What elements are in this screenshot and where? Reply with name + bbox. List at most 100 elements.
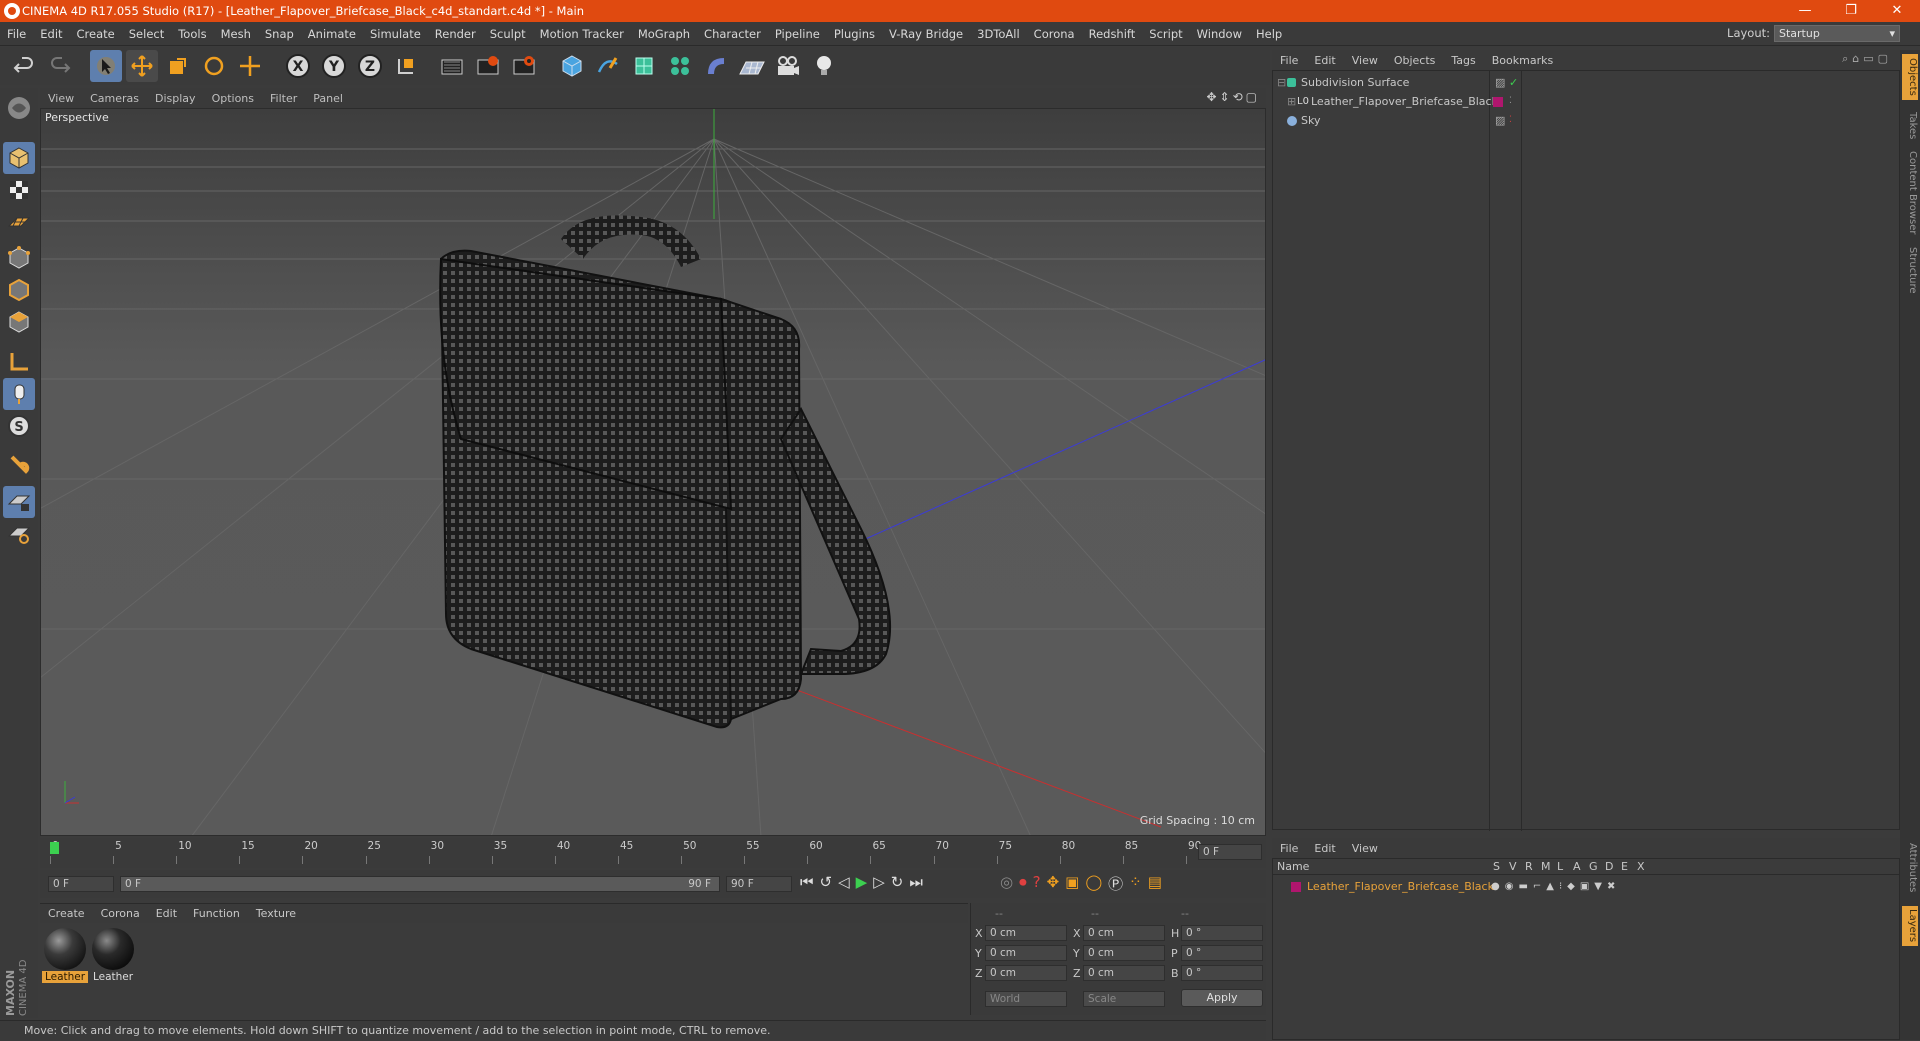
obj-menu-tags[interactable]: Tags <box>1443 54 1483 67</box>
move-icon[interactable] <box>126 50 158 82</box>
menu-pipeline[interactable]: Pipeline <box>768 27 827 41</box>
object-row-subdivision[interactable]: ⊟ Subdivision Surface ▨ ✓ <box>1273 73 1899 92</box>
menu-tools[interactable]: Tools <box>171 27 213 41</box>
render-settings-icon[interactable] <box>508 50 540 82</box>
snap-icon[interactable]: S <box>3 410 35 442</box>
collapse-icon[interactable]: ⊟ <box>1277 73 1286 92</box>
render-picture-viewer-icon[interactable] <box>472 50 504 82</box>
layer-menu-edit[interactable]: Edit <box>1306 842 1343 855</box>
layer-row[interactable]: Leather_Flapover_Briefcase_Black ●◉▬⌐▲⁝◆… <box>1273 877 1899 896</box>
material-swatch[interactable]: Leather <box>90 927 136 983</box>
object-row-sky[interactable]: Sky ▨ ⁚ <box>1273 111 1899 130</box>
layer-flag-icons[interactable]: ●◉▬⌐▲⁝◆▣▼✖ <box>1491 877 1620 896</box>
layout-select[interactable]: Startup ▾ <box>1774 25 1900 42</box>
mat-menu-create[interactable]: Create <box>40 907 93 920</box>
key-parameter-icon[interactable]: Ⓟ <box>1108 873 1123 894</box>
subdivision-icon[interactable] <box>628 50 660 82</box>
current-frame-field[interactable]: 0 F <box>1198 844 1262 860</box>
lock-workplane-icon[interactable] <box>3 486 35 518</box>
visibility-dots-icon[interactable]: ⁚ <box>1509 92 1512 111</box>
coord-position-y[interactable]: 0 cm <box>985 945 1067 961</box>
timeline-playhead[interactable] <box>50 842 59 854</box>
menu-script[interactable]: Script <box>1142 27 1189 41</box>
minimize-button[interactable]: — <box>1782 0 1828 22</box>
undo-icon[interactable] <box>8 50 40 82</box>
vp-menu-display[interactable]: Display <box>147 92 204 105</box>
menu-corona[interactable]: Corona <box>1027 27 1082 41</box>
menu-mograph[interactable]: MoGraph <box>631 27 697 41</box>
menu-vray-bridge[interactable]: V-Ray Bridge <box>882 27 970 41</box>
menu-window[interactable]: Window <box>1190 27 1249 41</box>
vp-menu-options[interactable]: Options <box>204 92 262 105</box>
timeline-window-icon[interactable]: ▤ <box>1148 873 1162 894</box>
menu-render[interactable]: Render <box>428 27 483 41</box>
coord-position-x[interactable]: 0 cm <box>985 925 1067 941</box>
tab-layers[interactable]: Layers <box>1902 906 1918 946</box>
y-axis-icon[interactable]: Y <box>318 50 350 82</box>
menu-simulate[interactable]: Simulate <box>363 27 428 41</box>
visibility-dots-icon[interactable]: ⁚ <box>1509 111 1512 130</box>
tab-attributes[interactable]: Attributes <box>1902 836 1918 900</box>
mat-menu-edit[interactable]: Edit <box>148 907 185 920</box>
polygons-mode-icon[interactable] <box>3 306 35 338</box>
tab-objects[interactable]: Objects <box>1902 54 1918 100</box>
menu-mesh[interactable]: Mesh <box>214 27 258 41</box>
coord-mode-select[interactable]: World <box>985 991 1067 1007</box>
menu-select[interactable]: Select <box>122 27 171 41</box>
step-back-icon[interactable]: ◁ <box>838 873 850 891</box>
rotate-icon[interactable] <box>198 50 230 82</box>
apply-button[interactable]: Apply <box>1181 989 1263 1007</box>
object-row-briefcase[interactable]: ⊞ L0 Leather_Flapover_Briefcase_Black ⁚ <box>1273 92 1899 111</box>
mat-menu-function[interactable]: Function <box>185 907 248 920</box>
vp-menu-cameras[interactable]: Cameras <box>82 92 147 105</box>
pen-spline-icon[interactable] <box>592 50 624 82</box>
next-key-icon[interactable]: ↻ <box>891 873 904 891</box>
texture-mode-icon[interactable] <box>3 174 35 206</box>
menu-motion-tracker[interactable]: Motion Tracker <box>533 27 631 41</box>
menu-file[interactable]: File <box>0 27 33 41</box>
viewport-nav-icons[interactable]: ✥⇕⟲▢ <box>1206 90 1260 104</box>
close-button[interactable]: ✕ <box>1874 0 1920 22</box>
key-rotation-icon[interactable]: ◯ <box>1085 873 1102 894</box>
floor-icon[interactable] <box>736 50 768 82</box>
timeline-ruler[interactable]: 051015202530354045505560657075808590 0 F <box>40 838 1266 868</box>
vp-menu-view[interactable]: View <box>40 92 82 105</box>
key-position-icon[interactable]: ✥ <box>1047 873 1060 894</box>
scale-icon[interactable] <box>162 50 194 82</box>
menu-sculpt[interactable]: Sculpt <box>483 27 533 41</box>
end-frame-field[interactable]: 90 F <box>726 876 792 892</box>
select-arrow-icon[interactable] <box>90 50 122 82</box>
edges-mode-icon[interactable] <box>3 274 35 306</box>
autokeying-icon[interactable]: ? <box>1033 873 1041 894</box>
timeline-track[interactable]: 051015202530354045505560657075808590 <box>50 838 1201 868</box>
mat-menu-texture[interactable]: Texture <box>248 907 304 920</box>
layer-name[interactable]: Leather_Flapover_Briefcase_Black <box>1307 877 1494 896</box>
deformer-icon[interactable] <box>700 50 732 82</box>
axis-mode-icon[interactable] <box>3 346 35 378</box>
coord-size-x[interactable]: 0 cm <box>1083 925 1165 941</box>
record-active-objects-icon[interactable]: ⏺ <box>1019 873 1027 894</box>
redo-icon[interactable] <box>44 50 76 82</box>
play-icon[interactable]: ▶ <box>856 873 868 891</box>
live-transform-icon[interactable] <box>234 50 266 82</box>
magnet-icon[interactable] <box>3 448 35 480</box>
step-forward-icon[interactable]: ▷ <box>873 873 885 891</box>
frame-range-slider[interactable]: 0 F 90 F <box>120 876 720 892</box>
mat-menu-corona[interactable]: Corona <box>93 907 148 920</box>
coord-rotation-h[interactable]: 0 ° <box>1181 925 1263 941</box>
tab-takes[interactable]: Takes <box>1902 106 1918 146</box>
menu-edit[interactable]: Edit <box>33 27 69 41</box>
menu-help[interactable]: Help <box>1249 27 1289 41</box>
make-editable-icon[interactable] <box>3 92 35 124</box>
enabled-check-icon[interactable]: ✓ <box>1509 73 1518 92</box>
layer-menu-view[interactable]: View <box>1344 842 1386 855</box>
menu-character[interactable]: Character <box>697 27 768 41</box>
world-coord-icon[interactable] <box>390 50 422 82</box>
previous-key-icon[interactable]: ↺ <box>820 873 833 891</box>
restore-button[interactable]: ❐ <box>1828 0 1874 22</box>
size-mode-select[interactable]: Scale <box>1083 991 1165 1007</box>
coord-position-z[interactable]: 0 cm <box>985 965 1067 981</box>
obj-menu-bookmarks[interactable]: Bookmarks <box>1484 54 1561 67</box>
layer-toggle-icon[interactable]: ▨ <box>1495 111 1505 130</box>
render-view-icon[interactable] <box>436 50 468 82</box>
